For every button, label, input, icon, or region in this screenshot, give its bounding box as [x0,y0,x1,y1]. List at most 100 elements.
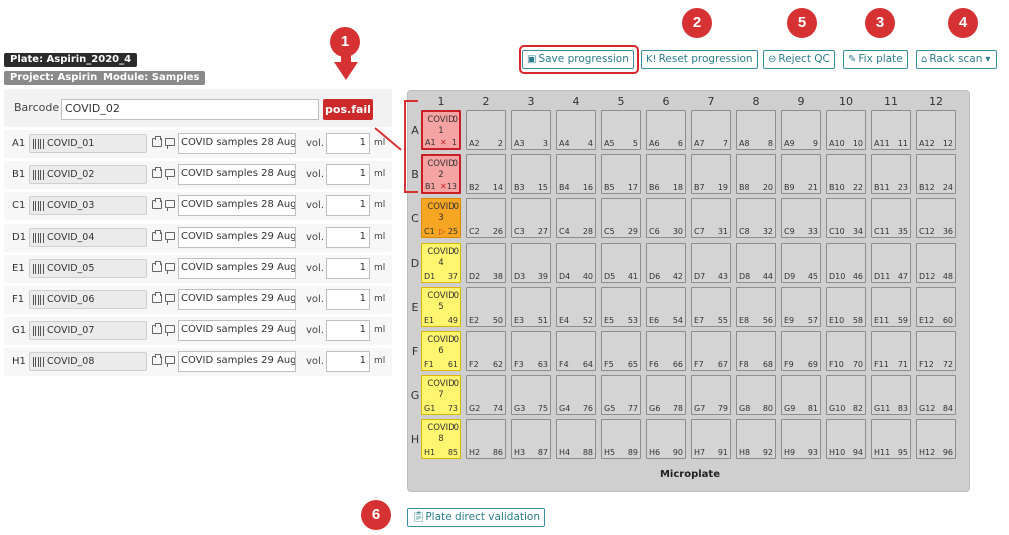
plate-well[interactable]: B8 20 [736,154,776,195]
volume-input[interactable]: 1 [326,164,370,186]
plate-well[interactable]: H8 92 [736,419,776,460]
volume-input[interactable]: 1 [326,289,370,310]
plate-well[interactable]: A4 4 [556,110,596,150]
sample-barcode-field[interactable]: COVID_01 [29,134,147,153]
plate-well[interactable]: A10 10 [826,110,866,150]
plate-well[interactable]: C2 26 [466,198,506,239]
plate-well[interactable]: E12 60 [916,286,956,327]
plate-well[interactable]: B7 19 [691,154,731,195]
plate-well[interactable]: D3 39 [511,242,551,283]
sample-description-input[interactable]: COVID samples 28 Aug [178,195,296,217]
sample-description-input[interactable]: COVID samples 29 Aug [178,289,296,310]
sample-description-input[interactable]: COVID samples 29 Aug [178,226,296,248]
plate-well[interactable]: B5 17 [601,154,641,195]
plate-well[interactable]: G4 76 [556,375,596,416]
plate-well[interactable]: E10 58 [826,286,866,327]
plate-well[interactable]: H10 94 [826,419,866,460]
plate-well[interactable]: F12 72 [916,331,956,371]
plate-well[interactable]: A5 5 [601,110,641,150]
plate-well[interactable]: C8 32 [736,198,776,239]
plate-well[interactable]: C11 35 [871,198,911,239]
plate-well[interactable]: G2 74 [466,375,506,416]
plate-well[interactable]: F2 62 [466,331,506,371]
plate-well[interactable]: G7 79 [691,375,731,416]
volume-input[interactable]: 1 [326,133,370,154]
plate-well[interactable]: B4 16 [556,154,596,195]
plate-well[interactable]: E6 54 [646,286,686,327]
plate-well[interactable]: C3 27 [511,198,551,239]
reject-qc-button[interactable]: ⊖ Reject QC [763,50,835,69]
plate-well[interactable]: H12 96 [916,419,956,460]
plate-well[interactable]: COVID 0 2 ✕ B1 13 [421,154,461,195]
plate-well[interactable]: B3 15 [511,154,551,195]
plate-well[interactable]: COVID 0 4 D1 37 [421,242,461,283]
plate-well[interactable]: A3 3 [511,110,551,150]
sample-description-input[interactable]: COVID samples 29 Aug [178,320,296,342]
sample-barcode-field[interactable]: COVID_02 [29,165,147,185]
plate-well[interactable]: H7 91 [691,419,731,460]
sample-description-input[interactable]: COVID samples 28 Aug [178,164,296,186]
plate-well[interactable]: B9 21 [781,154,821,195]
plate-well[interactable]: A8 8 [736,110,776,150]
comment-icon[interactable] [165,169,175,181]
print-icon[interactable] [152,354,162,366]
plate-well[interactable]: C7 31 [691,198,731,239]
rack-scan-button[interactable]: ⌂ Rack scan ▾ [916,50,998,69]
comment-icon[interactable] [165,200,175,212]
plate-well[interactable]: A11 11 [871,110,911,150]
plate-well[interactable]: E4 52 [556,286,596,327]
sample-barcode-field[interactable]: COVID_08 [29,352,147,372]
plate-well[interactable]: D9 45 [781,242,821,283]
print-icon[interactable] [152,229,162,241]
plate-well[interactable]: D4 40 [556,242,596,283]
comment-icon[interactable] [165,294,175,305]
plate-well[interactable]: COVID 0 5 E1 49 [421,286,461,327]
plate-well[interactable]: COVID 0 1 ✕ A1 1 [421,110,461,150]
plate-well[interactable]: H4 88 [556,419,596,460]
plate-well[interactable]: G3 75 [511,375,551,416]
plate-well[interactable]: G11 83 [871,375,911,416]
plate-well[interactable]: D11 47 [871,242,911,283]
sample-barcode-field[interactable]: COVID_03 [29,196,147,216]
volume-input[interactable]: 1 [326,320,370,342]
plate-well[interactable]: F9 69 [781,331,821,371]
plate-well[interactable]: E2 50 [466,286,506,327]
sample-barcode-field[interactable]: COVID_06 [29,290,147,309]
print-icon[interactable] [152,323,162,335]
barcode-input[interactable]: COVID_02 [61,99,319,120]
plate-well[interactable]: D8 44 [736,242,776,283]
plate-well[interactable]: C4 28 [556,198,596,239]
plate-well[interactable]: B6 18 [646,154,686,195]
plate-well[interactable]: C6 30 [646,198,686,239]
plate-well[interactable]: D10 46 [826,242,866,283]
volume-input[interactable]: 1 [326,226,370,248]
plate-well[interactable]: H2 86 [466,419,506,460]
plate-well[interactable]: H6 90 [646,419,686,460]
comment-icon[interactable] [165,325,175,337]
plate-well[interactable]: D2 38 [466,242,506,283]
plate-well[interactable]: COVID 0 6 F1 61 [421,331,461,371]
volume-input[interactable]: 1 [326,257,370,279]
plate-well[interactable]: A7 7 [691,110,731,150]
plate-well[interactable]: E5 53 [601,286,641,327]
plate-well[interactable]: A2 2 [466,110,506,150]
plate-well[interactable]: C10 34 [826,198,866,239]
plate-well[interactable]: F3 63 [511,331,551,371]
plate-well[interactable]: E3 51 [511,286,551,327]
plate-well[interactable]: E11 59 [871,286,911,327]
plate-well[interactable]: G12 84 [916,375,956,416]
sample-description-input[interactable]: COVID samples 29 Aug [178,351,296,373]
plate-direct-validation-button[interactable]: 📋︎Plate direct validation [407,508,545,527]
sample-barcode-field[interactable]: COVID_05 [29,258,147,278]
plate-well[interactable]: G6 78 [646,375,686,416]
save-progression-button[interactable]: ▣ Save progression [522,50,634,69]
plate-well[interactable]: B12 24 [916,154,956,195]
plate-well[interactable]: A12 12 [916,110,956,150]
sample-description-input[interactable]: COVID samples 29 Aug [178,257,296,279]
plate-well[interactable]: E9 57 [781,286,821,327]
sample-description-input[interactable]: COVID samples 28 Aug [178,133,296,154]
plate-well[interactable]: F7 67 [691,331,731,371]
print-icon[interactable] [152,198,162,210]
plate-well[interactable]: F6 66 [646,331,686,371]
plate-well[interactable]: D5 41 [601,242,641,283]
